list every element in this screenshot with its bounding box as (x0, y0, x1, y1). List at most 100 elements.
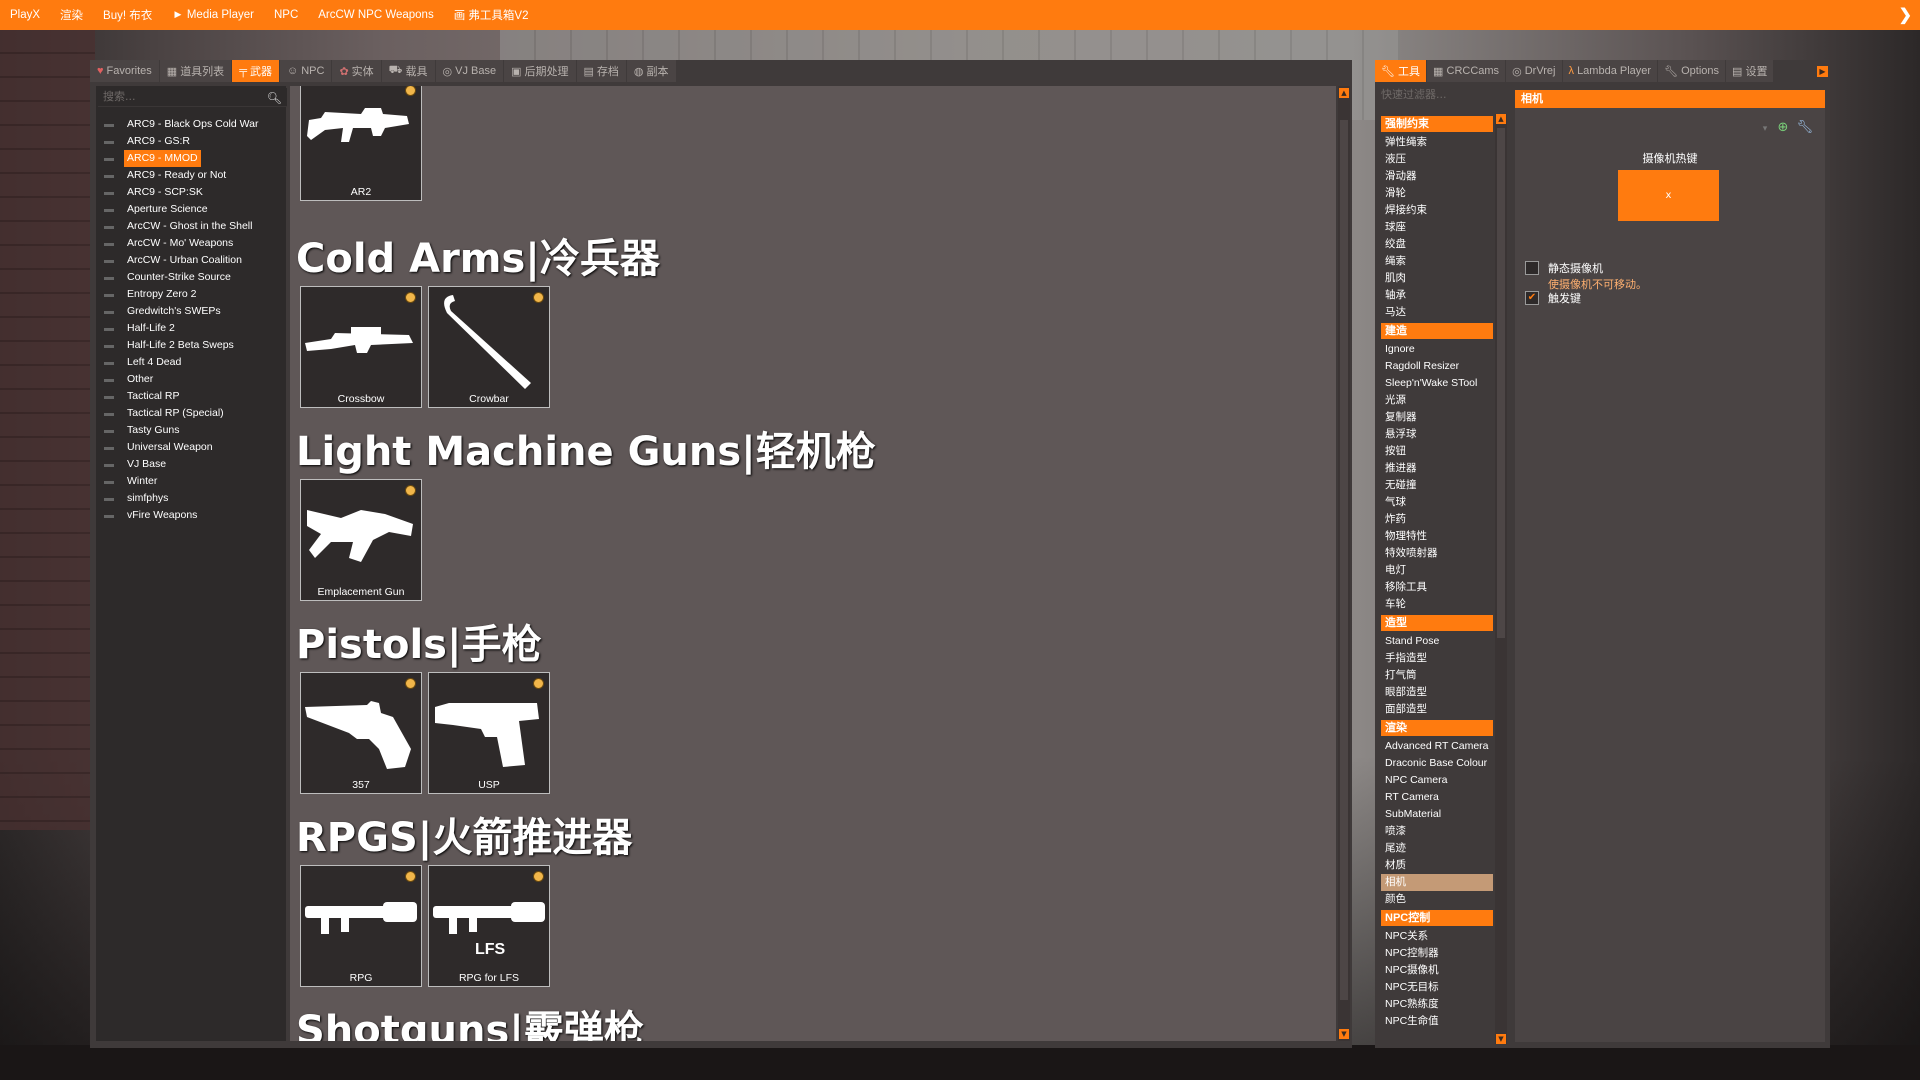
tab-vj-base[interactable]: ◎ VJ Base (435, 60, 504, 82)
tool-group-header[interactable]: 渲染 (1381, 720, 1493, 736)
tool-item[interactable]: 喷漆 (1381, 823, 1493, 840)
tree-item[interactable]: ▬ Winter (104, 473, 284, 490)
tool-list-scrollbar[interactable]: ▲ ▼ (1495, 114, 1507, 1044)
tool-item[interactable]: 肌肉 (1381, 270, 1493, 287)
add-preset-icon[interactable]: ⊕ (1777, 120, 1788, 135)
menu-media-player[interactable]: ► Media Player (162, 9, 264, 21)
tab-scroll-right-icon[interactable]: ▶ (1817, 66, 1828, 77)
tool-item[interactable]: Ignore (1381, 341, 1493, 358)
tree-item[interactable]: ▬ ArcCW - Mo' Weapons (104, 235, 284, 252)
tool-item[interactable]: 炸药 (1381, 511, 1493, 528)
tool-item[interactable]: 绳索 (1381, 253, 1493, 270)
weapon-tile-crowbar[interactable]: Crowbar (428, 286, 550, 408)
tree-item[interactable]: ▬ Other (104, 371, 284, 388)
tool-item[interactable]: RT Camera (1381, 789, 1493, 806)
tab-vehicles[interactable]: ⛟ 载具 (381, 60, 435, 82)
tool-item[interactable]: 弹性绳索 (1381, 134, 1493, 151)
tree-item[interactable]: ▬ Entropy Zero 2 (104, 286, 284, 303)
tool-item[interactable]: 推进器 (1381, 460, 1493, 477)
tool-item[interactable]: 手指造型 (1381, 650, 1493, 667)
weapon-tile-usp[interactable]: USP (428, 672, 550, 794)
scroll-down-icon[interactable]: ▼ (1496, 1034, 1506, 1044)
tool-item[interactable]: Advanced RT Camera (1381, 738, 1493, 755)
tool-item[interactable]: 特效喷射器 (1381, 545, 1493, 562)
weapon-tile-rpg[interactable]: RPG (300, 865, 422, 987)
tab-crccams[interactable]: ▦ CRCCams (1427, 60, 1506, 82)
tree-item[interactable]: ▬ Left 4 Dead (104, 354, 284, 371)
tool-item[interactable]: 球座 (1381, 219, 1493, 236)
tree-item[interactable]: ▬ ArcCW - Ghost in the Shell (104, 218, 284, 235)
tree-item[interactable]: ▬ ArcCW - Urban Coalition (104, 252, 284, 269)
tool-item[interactable]: NPC生命值 (1381, 1013, 1493, 1030)
tree-item[interactable]: ▬ ARC9 - SCP:SK (104, 184, 284, 201)
tool-item[interactable]: 气球 (1381, 494, 1493, 511)
tab-settings[interactable]: ▤ 设置 (1726, 60, 1774, 82)
tool-item[interactable]: 轴承 (1381, 287, 1493, 304)
tool-item[interactable]: 滑动器 (1381, 168, 1493, 185)
tree-item[interactable]: ▬ ARC9 - Black Ops Cold War (104, 116, 284, 133)
tool-item[interactable]: 电灯 (1381, 562, 1493, 579)
tool-group-header[interactable]: 造型 (1381, 615, 1493, 631)
tab-drvrej[interactable]: ◎ DrVrej (1506, 60, 1562, 82)
tool-item[interactable]: Sleep'n'Wake STool (1381, 375, 1493, 392)
tree-item[interactable]: ▬ VJ Base (104, 456, 284, 473)
tool-item[interactable]: 液压 (1381, 151, 1493, 168)
tree-item[interactable]: ▬ Tactical RP (Special) (104, 405, 284, 422)
hotkey-binder-button[interactable]: x (1618, 170, 1719, 221)
tree-item[interactable]: ▬ Half-Life 2 Beta Sweps (104, 337, 284, 354)
tool-item[interactable]: 材质 (1381, 857, 1493, 874)
tree-item[interactable]: ▬ Counter-Strike Source (104, 269, 284, 286)
tool-item[interactable]: 面部造型 (1381, 701, 1493, 718)
tool-item[interactable]: NPC控制器 (1381, 945, 1493, 962)
tool-item[interactable]: Draconic Base Colour (1381, 755, 1493, 772)
tool-item[interactable]: 颜色 (1381, 891, 1493, 908)
tool-item[interactable]: NPC摄像机 (1381, 962, 1493, 979)
menu-playx[interactable]: PlayX (0, 9, 50, 21)
wrench-icon[interactable]: 🔧︎ (1796, 120, 1813, 135)
scroll-down-icon[interactable]: ▼ (1339, 1029, 1349, 1039)
menu-arccw-npc-weapons[interactable]: ArcCW NPC Weapons (308, 9, 443, 21)
tree-item[interactable]: ▬ ARC9 - MMOD (104, 150, 284, 167)
tab-options[interactable]: 🔧︎ Options (1658, 60, 1726, 82)
tool-filter-input[interactable]: 快速过滤器... (1381, 86, 1491, 104)
tool-item[interactable]: 无碰撞 (1381, 477, 1493, 494)
dropdown-arrow-icon[interactable]: ▾ (1763, 124, 1768, 134)
tool-item[interactable]: Stand Pose (1381, 633, 1493, 650)
search-input[interactable]: 搜索... 🔍︎ (98, 88, 287, 107)
tool-item[interactable]: 悬浮球 (1381, 426, 1493, 443)
weapon-tile-ar2[interactable]: AR2 (300, 86, 422, 201)
tree-item[interactable]: ▬ vFire Weapons (104, 507, 284, 524)
scroll-up-icon[interactable]: ▲ (1339, 88, 1349, 98)
tool-item[interactable]: NPC关系 (1381, 928, 1493, 945)
scrollbar-thumb[interactable] (1497, 128, 1505, 638)
tool-group-header[interactable]: NPC控制 (1381, 910, 1493, 926)
menu-toolbox-v2[interactable]: 画 弗工具箱V2 (444, 7, 539, 23)
tool-item[interactable]: 移除工具 (1381, 579, 1493, 596)
tool-item[interactable]: NPC无目标 (1381, 979, 1493, 996)
tree-item[interactable]: ▬ ARC9 - GS:R (104, 133, 284, 150)
tool-group-header[interactable]: 强制约束 (1381, 116, 1493, 132)
tab-lambda-player[interactable]: λ Lambda Player (1562, 60, 1658, 82)
tool-group-header[interactable]: 建造 (1381, 323, 1493, 339)
scrollbar-thumb[interactable] (1340, 120, 1348, 1000)
tool-item[interactable]: Ragdoll Resizer (1381, 358, 1493, 375)
tab-props[interactable]: ▦ 道具列表 (159, 60, 232, 82)
tool-item[interactable]: 尾迹 (1381, 840, 1493, 857)
tree-item[interactable]: ▬ Tasty Guns (104, 422, 284, 439)
tab-npc[interactable]: ☺ NPC (279, 60, 332, 82)
tree-item[interactable]: ▬ simfphys (104, 490, 284, 507)
toggle-key-checkbox[interactable]: ✔ (1525, 291, 1539, 305)
tab-favorites[interactable]: ♥ Favorites (90, 60, 159, 82)
weapon-tile-rpg-lfs[interactable]: LFS RPG for LFS (428, 865, 550, 987)
tool-item[interactable]: NPC Camera (1381, 772, 1493, 789)
tab-postprocess[interactable]: ▣ 后期处理 (504, 60, 576, 82)
tab-entities[interactable]: ✿ 实体 (332, 60, 381, 82)
scroll-up-icon[interactable]: ▲ (1496, 114, 1506, 124)
menu-npc[interactable]: NPC (264, 9, 308, 21)
tree-item[interactable]: ▬ Half-Life 2 (104, 320, 284, 337)
tool-item[interactable]: 眼部造型 (1381, 684, 1493, 701)
static-camera-checkbox[interactable] (1525, 261, 1539, 275)
chevron-right-icon[interactable]: ❯ (1899, 5, 1912, 25)
tree-item[interactable]: ▬ Tactical RP (104, 388, 284, 405)
tab-dupes[interactable]: ◍ 副本 (626, 60, 676, 82)
